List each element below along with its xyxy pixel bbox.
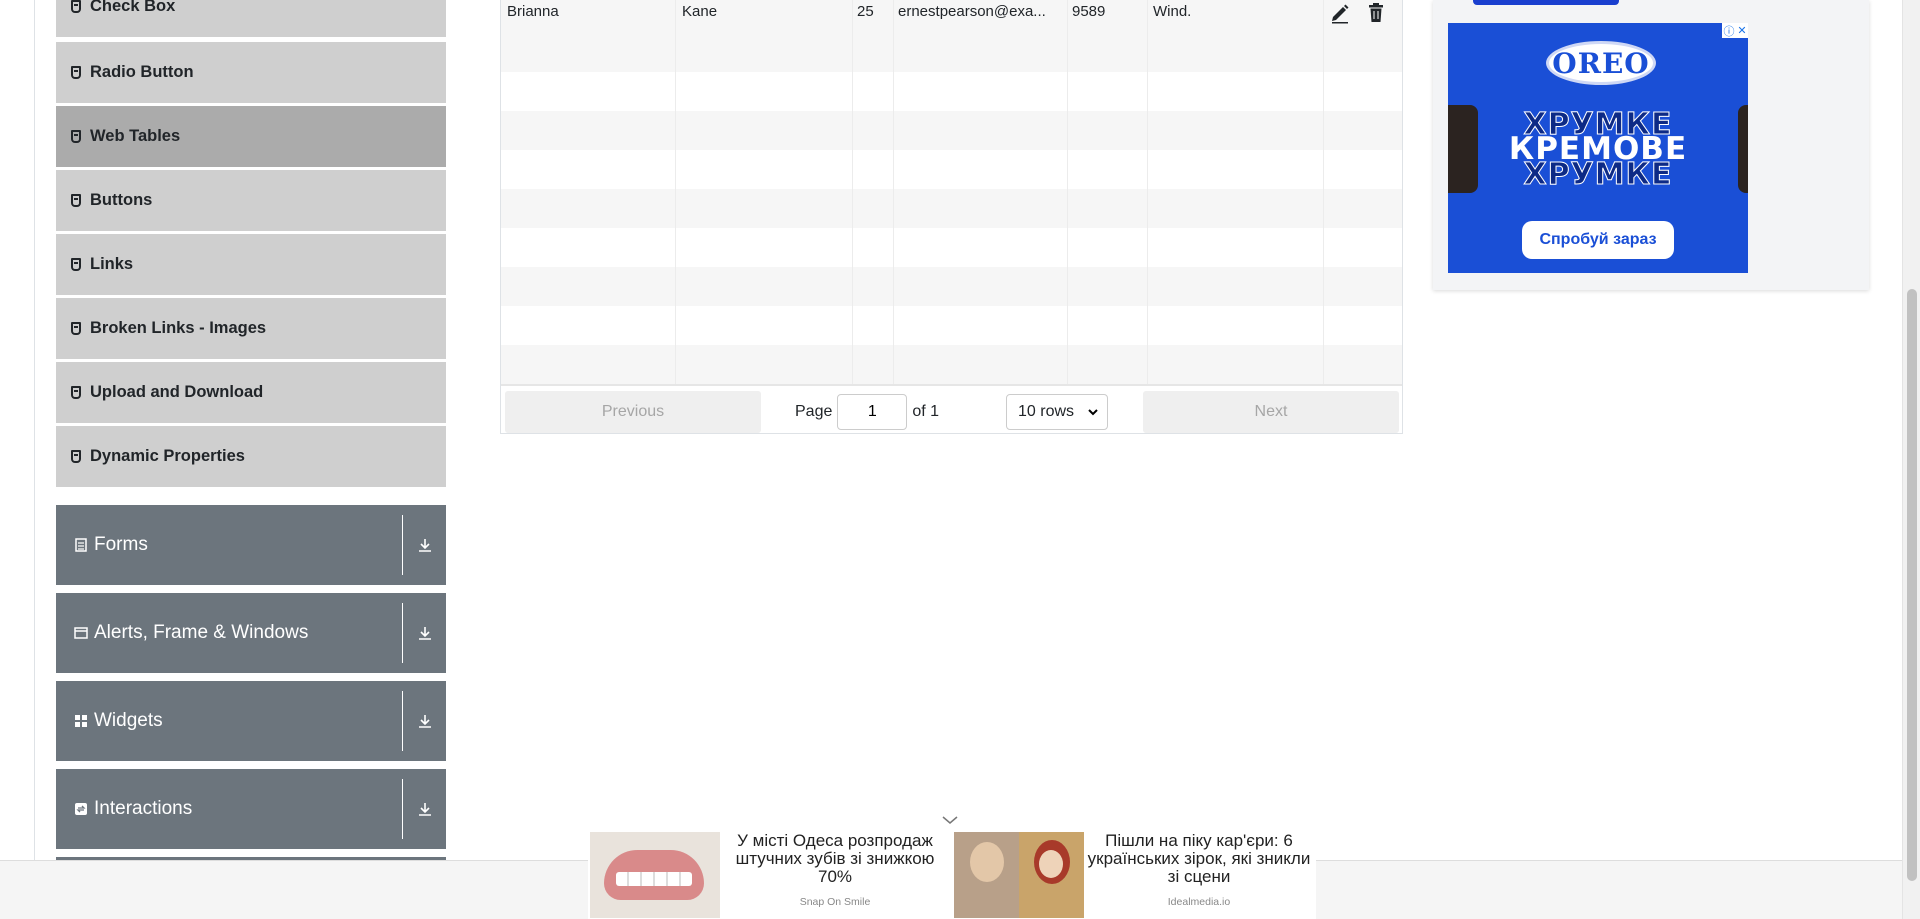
ad-source: Snap On Smile bbox=[799, 896, 871, 908]
group-label: Alerts, Frame & Windows bbox=[94, 622, 309, 643]
sidebar-item-label: Broken Links - Images bbox=[90, 319, 267, 337]
cell-first-name: Brianna bbox=[507, 3, 559, 20]
native-ad-card[interactable]: У місті Одеса розпродаж штучних зубів зі… bbox=[590, 830, 950, 919]
next-button[interactable]: Next bbox=[1143, 391, 1399, 433]
table-row bbox=[501, 228, 1402, 267]
rows-select-value: 10 rows bbox=[1018, 403, 1075, 420]
page-number-input[interactable] bbox=[837, 394, 908, 430]
info-icon[interactable]: ⓘ bbox=[1723, 23, 1734, 39]
content-border bbox=[34, 0, 35, 860]
html5-icon bbox=[70, 321, 82, 336]
chevron-down-icon[interactable] bbox=[941, 814, 959, 826]
html5-icon bbox=[70, 385, 82, 400]
column-divider bbox=[1147, 0, 1148, 385]
download-arrow-icon[interactable] bbox=[402, 515, 446, 575]
previous-button[interactable]: Previous bbox=[505, 391, 761, 433]
html5-icon bbox=[70, 129, 82, 144]
table-row bbox=[501, 33, 1402, 72]
download-arrow-icon[interactable] bbox=[402, 603, 446, 663]
column-divider bbox=[852, 0, 853, 385]
sidebar-item-label: Check Box bbox=[90, 0, 176, 15]
group-widgets[interactable]: Widgets bbox=[56, 681, 446, 761]
ad-image bbox=[954, 832, 1084, 918]
table-row bbox=[501, 150, 1402, 189]
html5-icon bbox=[70, 0, 82, 14]
group-forms[interactable]: Forms bbox=[56, 505, 446, 585]
widgets-icon bbox=[75, 715, 87, 727]
pagination-bar: Previous Page of 1 10 rows Next bbox=[501, 384, 1402, 434]
sidebar-item-label: Web Tables bbox=[90, 127, 181, 145]
table-row bbox=[501, 189, 1402, 228]
download-arrow-icon[interactable] bbox=[402, 691, 446, 751]
cell-email: ernestpearson@exa... bbox=[898, 3, 1046, 20]
html5-icon bbox=[70, 65, 82, 80]
native-ad-card[interactable]: Пішли на піку кар'єри: 6 українських зір… bbox=[954, 830, 1314, 919]
sidebar-item-label: Dynamic Properties bbox=[90, 447, 245, 465]
column-divider bbox=[675, 0, 676, 385]
edit-pencil-icon[interactable] bbox=[1330, 2, 1350, 24]
table-row bbox=[501, 72, 1402, 111]
table-row bbox=[501, 111, 1402, 150]
html5-icon bbox=[70, 449, 82, 464]
sidebar-item-web-tables[interactable]: Web Tables bbox=[56, 106, 446, 168]
column-divider bbox=[1323, 0, 1324, 385]
page-scrollbar[interactable] bbox=[1902, 0, 1920, 919]
sidebar-item-label: Upload and Download bbox=[90, 383, 264, 401]
sidebar-item-radio-button[interactable]: Radio Button bbox=[56, 42, 446, 104]
html5-icon bbox=[70, 257, 82, 272]
table-row bbox=[501, 267, 1402, 306]
oreo-ad-banner[interactable]: OREO ХРУМКЕ КРЕМОВЕ ХРУМКЕ Спробуй зараз… bbox=[1448, 23, 1748, 273]
sidebar-item-links[interactable]: Links bbox=[56, 234, 446, 296]
page-label: Page bbox=[795, 403, 833, 420]
group-interactions[interactable]: Interactions bbox=[56, 769, 446, 849]
rows-per-page-select[interactable]: 10 rows bbox=[1006, 394, 1108, 430]
group-label: Widgets bbox=[94, 710, 163, 731]
sidebar-item-label: Links bbox=[90, 255, 134, 273]
ad-headline-line: ХРУМКЕ bbox=[1523, 157, 1673, 193]
ad-cta-button[interactable]: Спробуй зараз bbox=[1522, 221, 1674, 259]
column-divider bbox=[1067, 0, 1068, 385]
ad-headline: Пішли на піку кар'єри: 6 українських зір… bbox=[1087, 831, 1311, 886]
delete-trash-icon[interactable] bbox=[1366, 2, 1386, 24]
sidebar-item-label: Buttons bbox=[90, 191, 153, 209]
table-row bbox=[501, 345, 1402, 384]
window-icon bbox=[74, 627, 88, 639]
ad-container: OREO ХРУМКЕ КРЕМОВЕ ХРУМКЕ Спробуй зараз… bbox=[1433, 0, 1869, 290]
sidebar-item-dynamic-properties[interactable]: Dynamic Properties bbox=[56, 426, 446, 488]
form-icon bbox=[75, 538, 87, 552]
cell-age: 25 bbox=[857, 3, 874, 20]
web-table: Brianna Kane 25 ernestpearson@exa... 958… bbox=[500, 0, 1403, 434]
sidebar-item-label: Radio Button bbox=[90, 63, 194, 81]
native-ads: У місті Одеса розпродаж штучних зубів зі… bbox=[588, 830, 1316, 919]
sidebar-item-upload-download[interactable]: Upload and Download bbox=[56, 362, 446, 424]
scrollbar-thumb[interactable] bbox=[1907, 289, 1917, 881]
download-arrow-icon[interactable] bbox=[402, 779, 446, 839]
ad-strip bbox=[1473, 0, 1619, 5]
ad-image bbox=[590, 832, 720, 918]
close-icon[interactable]: ✕ bbox=[1737, 24, 1746, 37]
sidebar-item-check-box[interactable]: Check Box bbox=[56, 0, 446, 38]
cell-salary: 9589 bbox=[1072, 3, 1106, 20]
page-total: of 1 bbox=[912, 403, 940, 420]
html5-icon bbox=[70, 193, 82, 208]
group-alerts-frame-windows[interactable]: Alerts, Frame & Windows bbox=[56, 593, 446, 673]
chevron-down-icon bbox=[1088, 409, 1098, 416]
oreo-logo: OREO bbox=[1546, 41, 1656, 85]
interactions-icon bbox=[75, 803, 87, 815]
sidebar-item-buttons[interactable]: Buttons bbox=[56, 170, 446, 232]
group-label: Interactions bbox=[94, 798, 193, 819]
ad-choices-badge[interactable]: ⓘ ✕ bbox=[1722, 23, 1748, 38]
ad-source: Idealmedia.io bbox=[1167, 896, 1231, 908]
column-divider bbox=[893, 0, 894, 385]
cell-department: Wind. bbox=[1153, 3, 1192, 20]
page-info: Page of 1 bbox=[795, 391, 939, 433]
table-row bbox=[501, 306, 1402, 345]
sidebar-item-broken-links[interactable]: Broken Links - Images bbox=[56, 298, 446, 360]
ad-headline: У місті Одеса розпродаж штучних зубів зі… bbox=[735, 831, 935, 886]
group-label: Forms bbox=[94, 534, 148, 555]
cell-last-name: Kane bbox=[682, 3, 718, 20]
